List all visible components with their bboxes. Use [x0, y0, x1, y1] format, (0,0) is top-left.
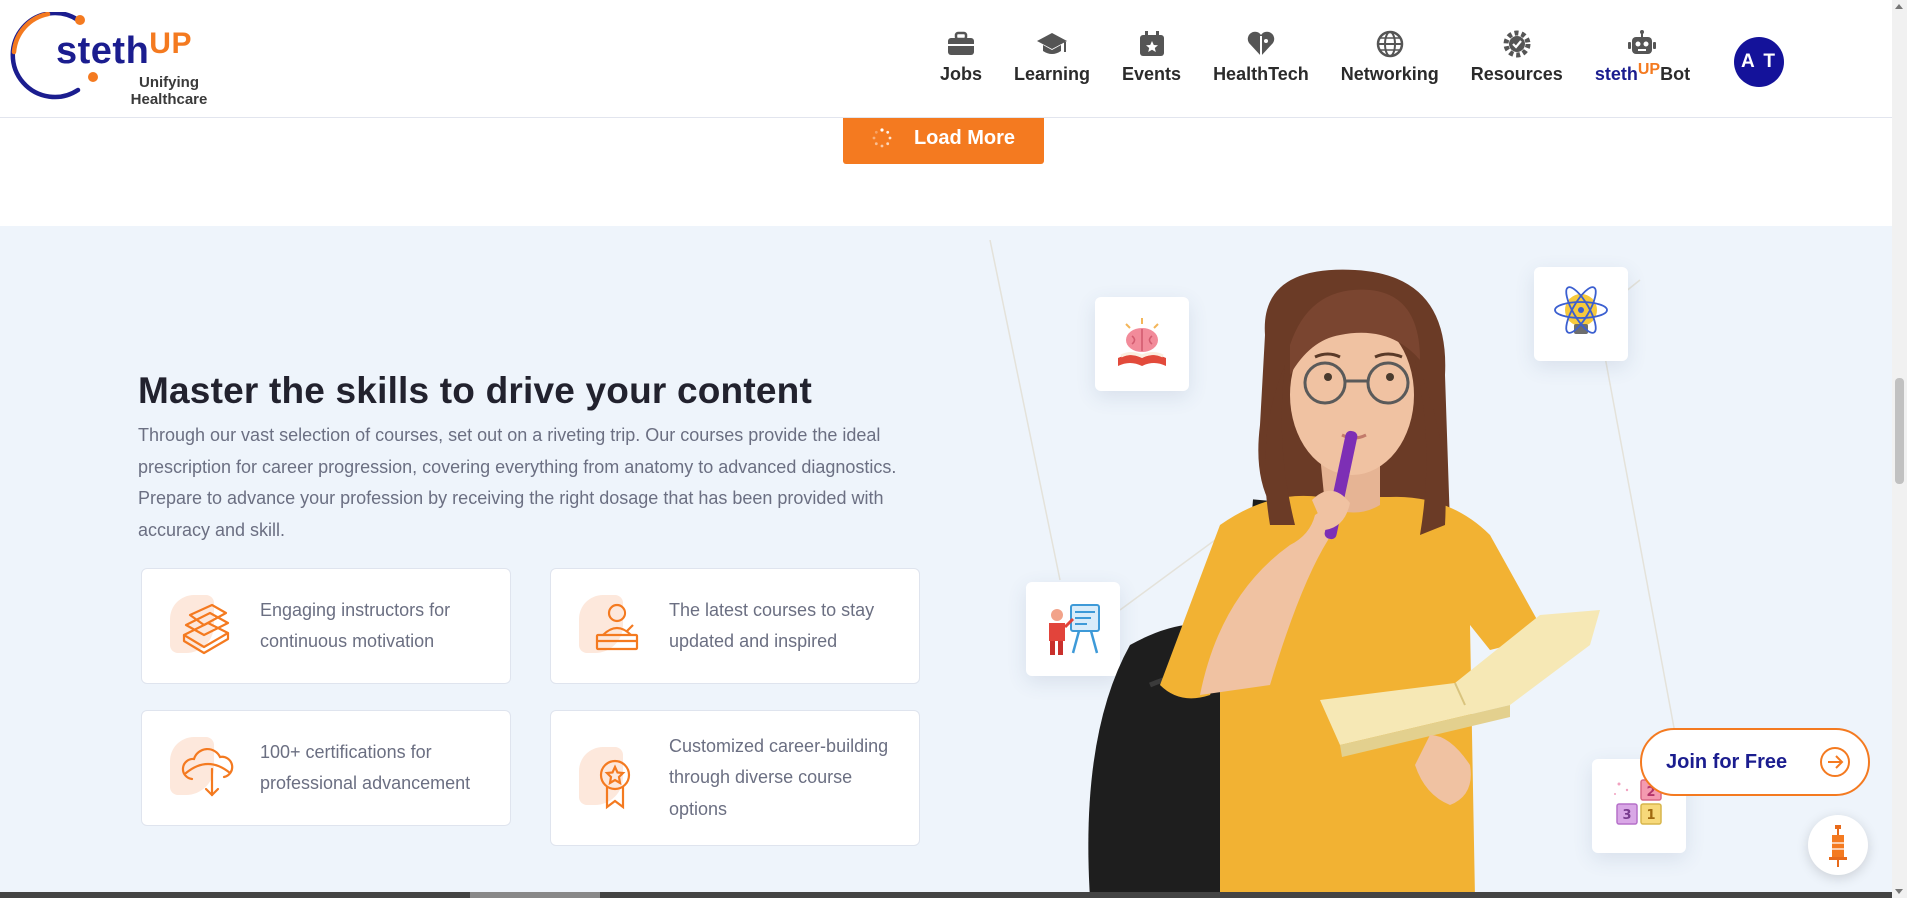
section-paragraph: Through our vast selection of courses, s…	[138, 425, 897, 540]
cloud-download-icon	[166, 733, 242, 803]
main-nav: Jobs Learning Events HealthTech Networki…	[940, 28, 1722, 88]
nav-events[interactable]: Events	[1122, 28, 1181, 85]
stethup-logo[interactable]: stethUP Unifying Healthcare	[8, 12, 208, 108]
vertical-scrollbar[interactable]	[1892, 0, 1907, 898]
syringe-chat-button[interactable]	[1808, 815, 1868, 875]
nav-jobs[interactable]: Jobs	[940, 28, 982, 85]
feature-card-certifications: 100+ certifications for professional adv…	[141, 710, 511, 826]
feature-card-career-building: Customized career-building through diver…	[550, 710, 920, 846]
scroll-up-arrow-icon[interactable]	[1895, 4, 1903, 9]
nav-networking[interactable]: Networking	[1341, 28, 1439, 85]
feature-card-latest-courses: The latest courses to stay updated and i…	[550, 568, 920, 684]
logo-wordmark: stethUP	[56, 27, 192, 72]
student-woman-illustration	[1088, 269, 1600, 898]
teacher-podium-icon	[575, 591, 651, 661]
briefcase-icon	[945, 28, 977, 60]
nav-learning[interactable]: Learning	[1014, 28, 1090, 85]
calendar-star-icon	[1136, 28, 1168, 60]
top-navbar: stethUP Unifying Healthcare Jobs Learnin…	[0, 0, 1892, 118]
logo-tagline: Unifying Healthcare	[130, 74, 208, 108]
scroll-thumb[interactable]	[1895, 378, 1904, 484]
user-avatar[interactable]: A T	[1734, 37, 1784, 87]
gear-check-icon	[1501, 28, 1533, 60]
award-ribbon-icon	[575, 743, 651, 813]
bottom-edge-bar	[0, 892, 1892, 898]
svg-text:1: 1	[1646, 808, 1655, 823]
nav-resources[interactable]: Resources	[1471, 28, 1563, 85]
syringe-icon	[1829, 825, 1847, 867]
books-icon	[166, 591, 242, 661]
scroll-down-arrow-icon[interactable]	[1895, 889, 1903, 894]
section-title: Master the skills to drive your content	[138, 370, 812, 411]
nav-stethup-bot[interactable]: stethUPBot	[1595, 28, 1690, 85]
globe-icon	[1374, 28, 1406, 60]
arrow-right-circle-icon	[1820, 747, 1850, 777]
robot-icon	[1626, 28, 1658, 60]
graduation-cap-icon	[1036, 28, 1068, 60]
feature-card-instructors: Engaging instructors for continuous moti…	[141, 568, 511, 684]
join-for-free-button[interactable]: Join for Free	[1640, 728, 1870, 796]
page: stethUP Unifying Healthcare Jobs Learnin…	[0, 0, 1907, 898]
heart-tech-icon	[1245, 28, 1277, 60]
nav-healthtech[interactable]: HealthTech	[1213, 28, 1309, 85]
load-more-button[interactable]: Load More	[843, 112, 1044, 164]
loading-spinner-icon	[872, 128, 892, 148]
